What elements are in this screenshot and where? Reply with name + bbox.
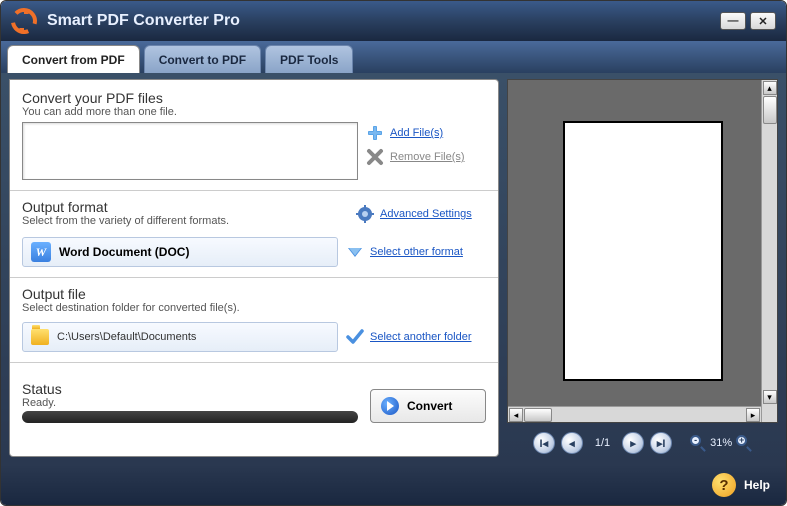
scroll-up-icon[interactable]: ▴ xyxy=(763,81,777,95)
zoom-in-icon[interactable]: + xyxy=(736,435,752,451)
format-label: Word Document (DOC) xyxy=(59,245,189,259)
next-page-button[interactable]: ▸ xyxy=(622,432,644,454)
advanced-settings-link[interactable]: Advanced Settings xyxy=(380,208,472,220)
scroll-down-icon[interactable]: ▾ xyxy=(763,390,777,404)
remove-file-icon xyxy=(366,148,384,166)
zoom-out-icon[interactable]: - xyxy=(690,435,706,451)
scrollbar-horizontal[interactable]: ◂ ▸ xyxy=(508,406,761,422)
progress-bar xyxy=(22,411,358,423)
check-icon xyxy=(346,328,364,346)
select-folder-link[interactable]: Select another folder xyxy=(370,331,472,343)
status-text: Ready. xyxy=(22,397,358,409)
last-page-button[interactable]: ▸I xyxy=(650,432,672,454)
pager-controls: I◂ ◂ 1/1 ▸ ▸I - 31% + xyxy=(507,429,778,457)
scroll-left-icon[interactable]: ◂ xyxy=(509,408,523,422)
footer: ? Help xyxy=(1,465,786,505)
files-title: Convert your PDF files xyxy=(22,90,486,106)
convert-button[interactable]: Convert xyxy=(370,389,486,423)
scroll-thumb-h[interactable] xyxy=(524,408,552,422)
tab-convert-from-pdf[interactable]: Convert from PDF xyxy=(7,45,140,73)
format-title: Output format xyxy=(22,199,348,215)
scroll-right-icon[interactable]: ▸ xyxy=(746,408,760,422)
scrollbar-vertical[interactable]: ▴ ▾ xyxy=(761,80,777,422)
output-sub: Select destination folder for converted … xyxy=(22,302,486,314)
title-bar: Smart PDF Converter Pro — ✕ xyxy=(1,1,786,41)
gear-icon xyxy=(356,205,374,223)
help-link[interactable]: Help xyxy=(744,478,770,492)
tab-pdf-tools[interactable]: PDF Tools xyxy=(265,45,353,73)
output-title: Output file xyxy=(22,286,486,302)
preview-panel: ▴ ▾ ◂ ▸ I◂ ◂ 1/1 ▸ ▸I - 31% xyxy=(507,79,778,457)
scroll-thumb-v[interactable] xyxy=(763,96,777,124)
workspace: Convert your PDF files You can add more … xyxy=(1,73,786,465)
add-file-icon xyxy=(366,124,384,142)
app-title: Smart PDF Converter Pro xyxy=(47,12,716,30)
app-logo-icon xyxy=(11,8,37,34)
files-sub: You can add more than one file. xyxy=(22,106,486,118)
minimize-button[interactable]: — xyxy=(720,12,746,30)
convert-label: Convert xyxy=(407,399,452,413)
tab-convert-to-pdf[interactable]: Convert to PDF xyxy=(144,45,261,73)
output-path: C:\Users\Default\Documents xyxy=(22,322,338,352)
prev-page-button[interactable]: ◂ xyxy=(561,432,583,454)
remove-file-link[interactable]: Remove File(s) xyxy=(390,151,465,163)
select-format-link[interactable]: Select other format xyxy=(370,246,463,258)
file-list[interactable] xyxy=(22,122,358,180)
format-selected: W Word Document (DOC) xyxy=(22,237,338,267)
add-file-link[interactable]: Add File(s) xyxy=(390,127,443,139)
app-window: Smart PDF Converter Pro — ✕ Convert from… xyxy=(0,0,787,506)
zoom-value: 31% xyxy=(710,437,732,449)
play-icon xyxy=(381,397,399,415)
folder-icon xyxy=(31,329,49,345)
main-panel: Convert your PDF files You can add more … xyxy=(9,79,499,457)
close-button[interactable]: ✕ xyxy=(750,12,776,30)
chevron-down-icon xyxy=(346,243,364,261)
first-page-button[interactable]: I◂ xyxy=(533,432,555,454)
page-indicator: 1/1 xyxy=(595,437,610,449)
tab-bar: Convert from PDF Convert to PDF PDF Tool… xyxy=(1,41,786,73)
word-icon: W xyxy=(31,242,51,262)
format-sub: Select from the variety of different for… xyxy=(22,215,348,227)
preview-area: ▴ ▾ ◂ ▸ xyxy=(507,79,778,423)
help-icon[interactable]: ? xyxy=(712,473,736,497)
output-path-text: C:\Users\Default\Documents xyxy=(57,331,196,343)
preview-page xyxy=(563,121,723,381)
status-title: Status xyxy=(22,381,358,397)
